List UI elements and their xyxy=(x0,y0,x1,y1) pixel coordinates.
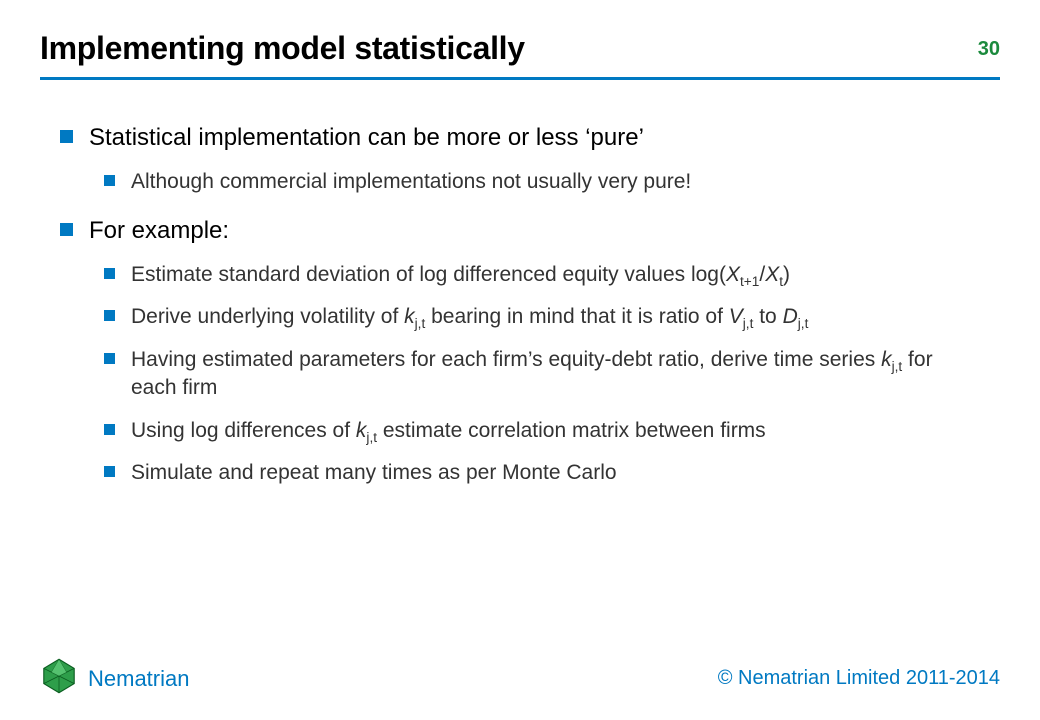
slide-footer: Nematrian © Nematrian Limited 2011-2014 xyxy=(0,657,1040,700)
slide-title: Implementing model statistically xyxy=(40,30,1000,67)
bullet-text: Having estimated parameters for each fir… xyxy=(131,346,980,403)
square-bullet-icon xyxy=(60,130,73,143)
square-bullet-icon xyxy=(104,175,115,186)
page-number: 30 xyxy=(978,38,1000,61)
square-bullet-icon xyxy=(104,310,115,321)
text-span: bearing in mind that it is ratio of xyxy=(425,305,729,328)
text-span: to xyxy=(753,305,782,328)
text-span: estimate correlation matrix between firm… xyxy=(377,419,766,442)
math-var: k xyxy=(356,419,367,442)
text-span: ) xyxy=(783,263,790,286)
bullet-level1: For example: xyxy=(60,215,980,247)
square-bullet-icon xyxy=(104,268,115,279)
square-bullet-icon xyxy=(104,466,115,477)
bullet-text: Statistical implementation can be more o… xyxy=(89,122,980,154)
square-bullet-icon xyxy=(60,223,73,236)
bullet-text: Although commercial implementations not … xyxy=(131,168,980,196)
bullet-text: Estimate standard deviation of log diffe… xyxy=(131,261,980,289)
text-span: Using log differences of xyxy=(131,419,356,442)
slide: Implementing model statistically 30 Stat… xyxy=(0,0,1040,720)
bullet-level2: Derive underlying volatility of kj,t bea… xyxy=(104,303,980,331)
bullet-level2: Although commercial implementations not … xyxy=(104,168,980,196)
text-span: Derive underlying volatility of xyxy=(131,305,404,328)
nematrian-logo-icon xyxy=(40,657,78,700)
bullet-level2: Having estimated parameters for each fir… xyxy=(104,346,980,403)
math-sub: j,t xyxy=(892,359,903,374)
text-span: Having estimated parameters for each fir… xyxy=(131,348,881,371)
square-bullet-icon xyxy=(104,353,115,364)
brand-name: Nematrian xyxy=(88,666,189,692)
slide-body: Statistical implementation can be more o… xyxy=(0,80,1040,487)
math-sub: j,t xyxy=(366,430,377,445)
math-sub: j,t xyxy=(415,317,426,332)
bullet-text: For example: xyxy=(89,215,980,247)
brand-wrap: Nematrian xyxy=(40,657,189,700)
copyright-text: © Nematrian Limited 2011-2014 xyxy=(718,667,1000,690)
bullet-level2: Using log differences of kj,t estimate c… xyxy=(104,417,980,445)
text-span: Estimate standard deviation of log diffe… xyxy=(131,263,726,286)
square-bullet-icon xyxy=(104,424,115,435)
math-var: D xyxy=(783,305,798,328)
bullet-level1: Statistical implementation can be more o… xyxy=(60,122,980,154)
bullet-level2: Simulate and repeat many times as per Mo… xyxy=(104,459,980,487)
math-sub: j,t xyxy=(798,317,809,332)
bullet-level2: Estimate standard deviation of log diffe… xyxy=(104,261,980,289)
math-var: X xyxy=(726,263,740,286)
math-var: k xyxy=(881,348,892,371)
bullet-text: Using log differences of kj,t estimate c… xyxy=(131,417,980,445)
slide-header: Implementing model statistically 30 xyxy=(0,0,1040,67)
bullet-text: Derive underlying volatility of kj,t bea… xyxy=(131,303,980,331)
bullet-text: Simulate and repeat many times as per Mo… xyxy=(131,459,980,487)
math-var: X xyxy=(765,263,779,286)
math-sub: j,t xyxy=(743,317,754,332)
math-var: V xyxy=(729,305,743,328)
math-sub: t+1 xyxy=(740,274,759,289)
math-var: k xyxy=(404,305,415,328)
